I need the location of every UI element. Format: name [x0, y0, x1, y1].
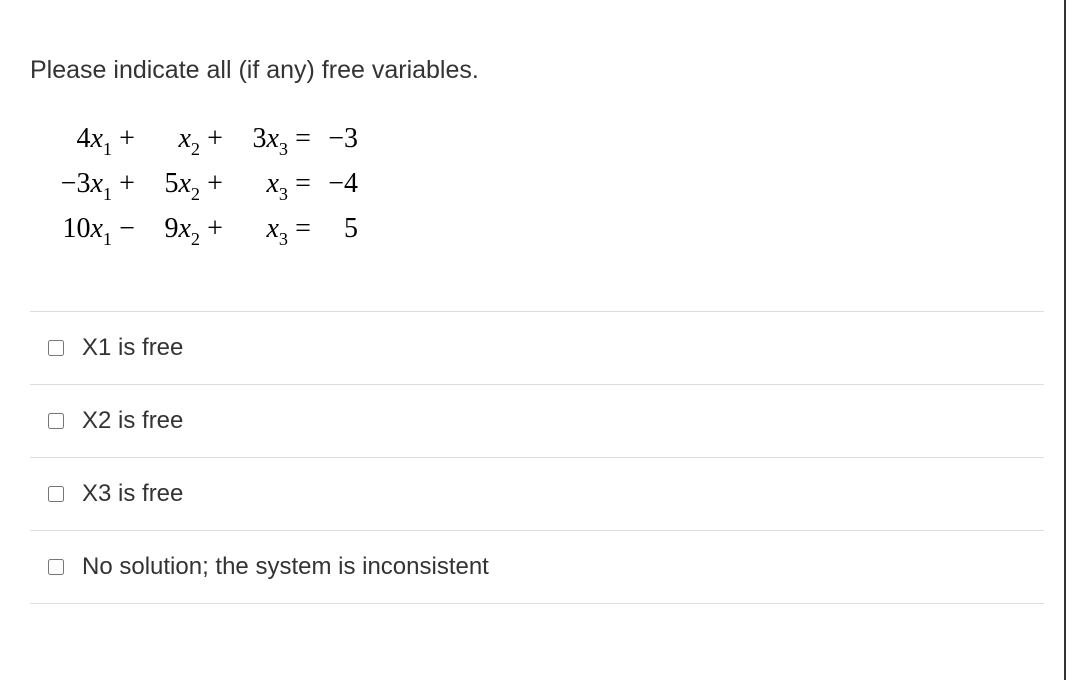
answer-options: X1 is free X2 is free X3 is free No solu… — [30, 311, 1044, 604]
checkbox-x1-free[interactable] — [48, 340, 64, 356]
checkbox-x2-free[interactable] — [48, 413, 64, 429]
equation-system: 4x1 + x2 + 3x3 = −3 −3x1 + 5x2 + x3 = −4… — [42, 117, 1044, 251]
option-label: No solution; the system is inconsistent — [82, 553, 489, 581]
option-x3-free[interactable]: X3 is free — [30, 458, 1044, 531]
option-no-solution[interactable]: No solution; the system is inconsistent — [30, 531, 1044, 604]
option-label: X3 is free — [82, 480, 183, 508]
question-prompt: Please indicate all (if any) free variab… — [30, 56, 1044, 85]
checkbox-x3-free[interactable] — [48, 486, 64, 502]
checkbox-no-solution[interactable] — [48, 559, 64, 575]
option-x2-free[interactable]: X2 is free — [30, 385, 1044, 458]
option-x1-free[interactable]: X1 is free — [30, 312, 1044, 385]
equation-row-2: −3x1 + 5x2 + x3 = −4 — [42, 162, 1044, 207]
option-label: X1 is free — [82, 334, 183, 362]
option-label: X2 is free — [82, 407, 183, 435]
page-right-border — [1064, 0, 1066, 680]
equation-row-3: 10x1 − 9x2 + x3 = 5 — [42, 207, 1044, 252]
equation-row-1: 4x1 + x2 + 3x3 = −3 — [42, 117, 1044, 162]
